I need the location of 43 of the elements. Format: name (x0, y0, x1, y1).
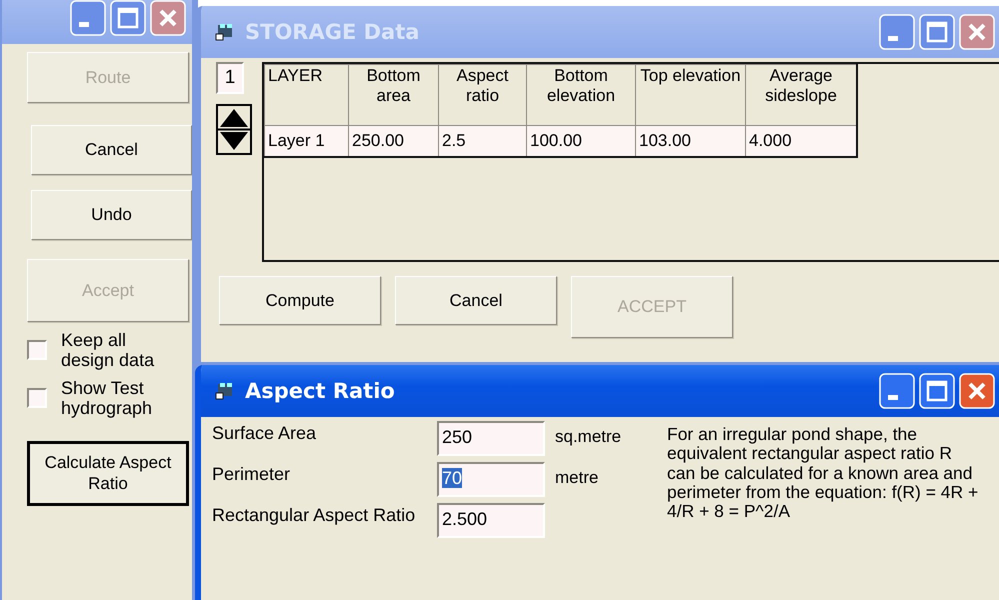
input-field[interactable]: 250 (437, 421, 545, 456)
input-field[interactable]: 70 (437, 462, 545, 497)
column-header: Aspect ratio (438, 64, 526, 126)
unit-label: sq.metre (555, 426, 622, 447)
spin-button[interactable] (216, 104, 252, 155)
field-label: Surface Area (212, 422, 318, 445)
window-title: Aspect Ratio (245, 379, 396, 403)
maximize-icon[interactable] (919, 14, 955, 50)
minimize-icon[interactable] (879, 14, 915, 50)
unit-label: metre (555, 467, 600, 488)
minimize-icon[interactable] (70, 0, 106, 36)
action-button[interactable]: Compute (219, 276, 381, 325)
action-button[interactable]: Cancel (395, 276, 557, 325)
close-icon[interactable] (959, 373, 995, 409)
action-button[interactable]: Undo (31, 190, 192, 240)
table-cell: 250.00 (348, 126, 438, 157)
table-cell: Layer 1 (264, 126, 348, 157)
checkbox-label: Show Test hydrograph (61, 378, 154, 419)
table-cell: 4.000 (746, 126, 857, 157)
column-header: Average sideslope (746, 64, 857, 126)
maximize-icon[interactable] (110, 0, 146, 36)
column-header: Bottom area (348, 64, 438, 126)
minimize-icon[interactable] (879, 373, 915, 409)
field-label: Rectangular Aspect Ratio (212, 504, 416, 527)
table-cell: 103.00 (636, 126, 746, 157)
layer-counter: 1 (216, 62, 244, 94)
window-title: STORAGE Data (245, 20, 420, 44)
checkbox[interactable] (27, 388, 47, 408)
checkbox-label: Keep all design data (61, 330, 156, 370)
table-cell: 2.5 (438, 126, 526, 157)
column-header: Top elevation (636, 64, 746, 126)
action-button[interactable]: Cancel (31, 125, 192, 175)
checkbox[interactable] (27, 340, 47, 360)
field-label: Perimeter (212, 463, 292, 486)
close-icon[interactable] (959, 14, 995, 50)
equation-description: For an irregular pond shape, the equivalent rectangular aspect ratio R can be calculated for a known area and perimeter from the equation: f(R) = 4R + 4/R + 8 = P^2/A (667, 423, 979, 523)
table-cell: 100.00 (526, 126, 636, 157)
column-header: Bottom elevation (526, 64, 636, 126)
maximize-icon[interactable] (919, 373, 955, 409)
close-icon[interactable] (150, 0, 186, 36)
input-field[interactable]: 2.500 (437, 503, 545, 538)
calculate-button[interactable]: Calculate Aspect Ratio (27, 440, 189, 506)
column-header: LAYER (264, 64, 348, 126)
